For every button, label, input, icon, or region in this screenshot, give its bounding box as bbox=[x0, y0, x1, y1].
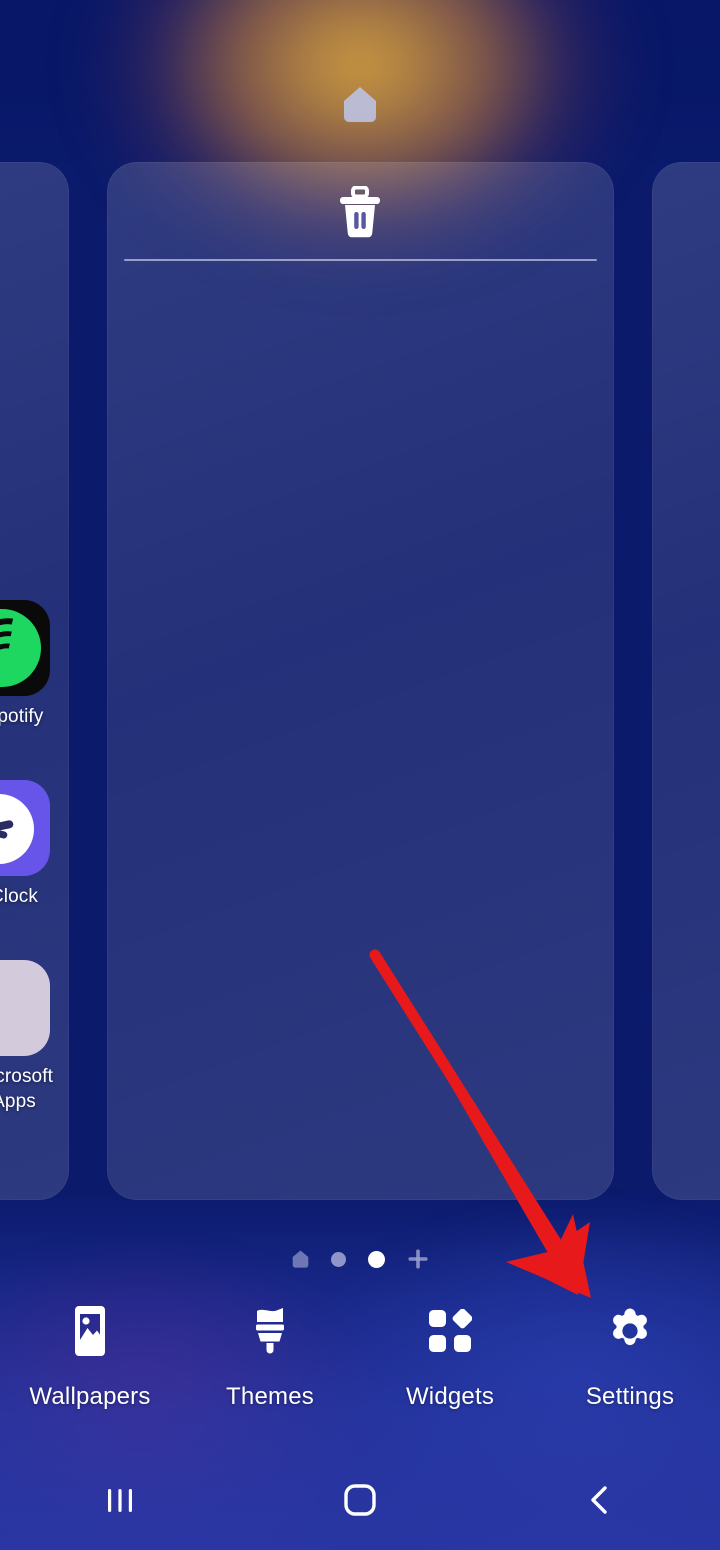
app-label-line2: Apps bbox=[0, 1091, 36, 1112]
action-label: Widgets bbox=[405, 1383, 495, 1410]
action-label: Themes bbox=[226, 1383, 314, 1410]
app-column-previous-page: Spotify Clock in Microsoft Apps bbox=[0, 600, 74, 1140]
app-label-line1: Microsoft bbox=[0, 1066, 53, 1087]
app-item-clock[interactable]: Clock bbox=[0, 780, 74, 960]
card-sheen bbox=[107, 162, 614, 1200]
microsoft-apps-folder-icon[interactable]: in bbox=[0, 960, 50, 1056]
app-label: Microsoft Apps bbox=[0, 1064, 74, 1114]
app-item-spotify[interactable]: Spotify bbox=[0, 600, 74, 780]
widgets-icon[interactable] bbox=[428, 1305, 472, 1357]
system-navigation-bar bbox=[0, 1450, 720, 1550]
settings-gear-icon[interactable] bbox=[607, 1305, 653, 1357]
themes-paintbrush-icon[interactable] bbox=[248, 1305, 292, 1357]
page-card-current[interactable] bbox=[107, 162, 614, 1200]
action-wallpapers[interactable]: Wallpapers bbox=[15, 1305, 165, 1411]
page-indicator-row bbox=[0, 1243, 720, 1275]
card-divider bbox=[124, 259, 597, 261]
home-edit-action-bar: Wallpapers Themes Widgets Settings bbox=[0, 1305, 720, 1435]
home-icon[interactable] bbox=[342, 86, 378, 124]
action-label: Settings bbox=[585, 1383, 675, 1410]
action-themes[interactable]: Themes bbox=[195, 1305, 345, 1411]
wallpapers-icon[interactable] bbox=[70, 1305, 110, 1357]
page-card-next[interactable] bbox=[652, 162, 720, 1200]
page-dot-2[interactable] bbox=[330, 1251, 346, 1267]
home-square-icon[interactable] bbox=[300, 1465, 420, 1535]
page-dot-3-active[interactable] bbox=[367, 1250, 385, 1268]
screen-stage: Spotify Clock in Microsoft Apps bbox=[0, 0, 720, 1550]
card-sheen bbox=[652, 162, 720, 1200]
app-label: Clock bbox=[0, 886, 38, 907]
recents-icon[interactable] bbox=[60, 1465, 180, 1535]
back-chevron-icon[interactable] bbox=[540, 1465, 660, 1535]
trash-icon[interactable] bbox=[338, 185, 382, 243]
app-label: Spotify bbox=[0, 706, 44, 727]
action-widgets[interactable]: Widgets bbox=[375, 1305, 525, 1411]
clock-icon[interactable] bbox=[0, 780, 50, 876]
spotify-icon[interactable] bbox=[0, 600, 50, 696]
app-item-microsoft-apps[interactable]: in Microsoft Apps bbox=[0, 960, 74, 1140]
action-settings[interactable]: Settings bbox=[555, 1305, 705, 1411]
home-page-icon[interactable] bbox=[292, 1250, 309, 1268]
add-page-icon[interactable] bbox=[407, 1248, 429, 1270]
action-label: Wallpapers bbox=[29, 1383, 151, 1410]
